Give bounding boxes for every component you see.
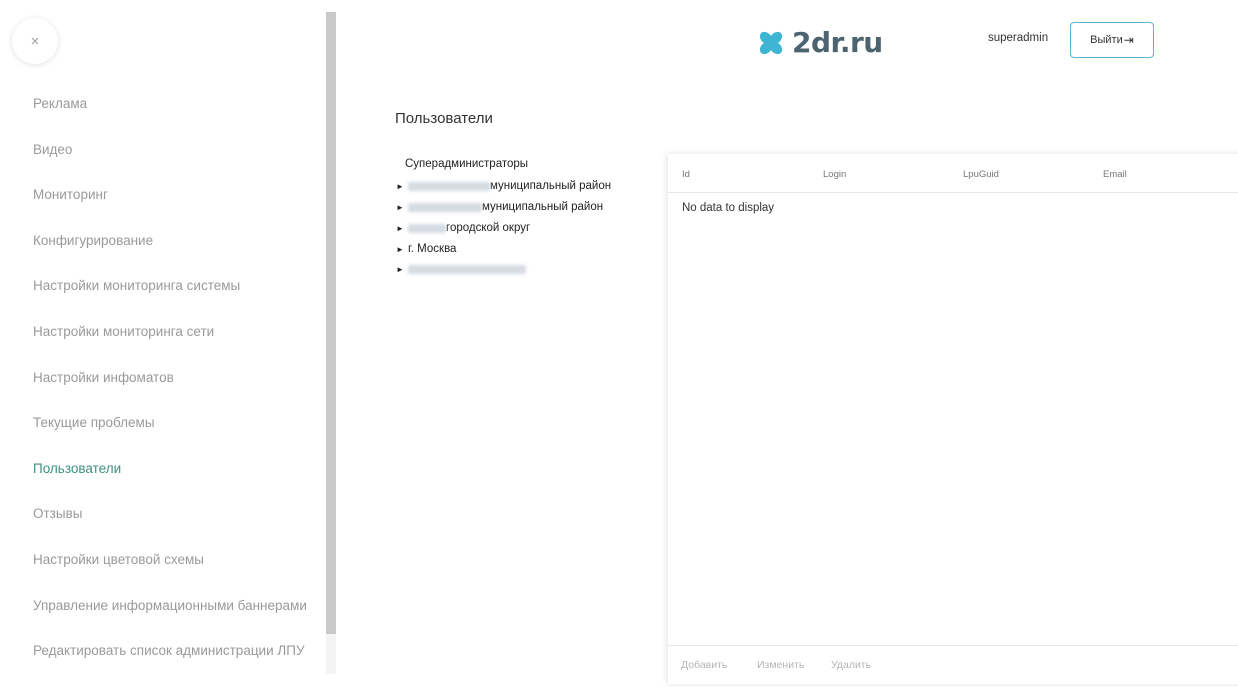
- sidebar-item-ads[interactable]: Реклама: [33, 94, 307, 140]
- close-sidebar-button[interactable]: ×: [12, 18, 58, 64]
- logo[interactable]: 2dr.ru: [756, 26, 883, 59]
- column-header-lpuguid[interactable]: LpuGuid: [963, 169, 999, 180]
- empty-table-message: No data to display: [682, 202, 775, 214]
- sidebar-item-video[interactable]: Видео: [33, 140, 307, 186]
- sidebar-scrollbar-thumb[interactable]: [326, 12, 336, 634]
- sidebar: × Реклама Видео Мониторинг Конфигурирова…: [0, 0, 338, 674]
- sidebar-menu: Реклама Видео Мониторинг Конфигурировани…: [33, 94, 307, 687]
- sidebar-item-infomat-settings[interactable]: Настройки инфоматов: [33, 368, 307, 414]
- redacted-text: [408, 202, 482, 212]
- clover-icon: [759, 31, 783, 54]
- sidebar-item-lpu-admin-list[interactable]: Редактировать список администрации ЛПУ: [33, 641, 307, 687]
- redacted-text: [408, 223, 446, 233]
- tree-node-label: г. Москва: [408, 243, 457, 255]
- table-header: Id Login LpuGuid Email: [668, 154, 1238, 193]
- tree-node-label: городской округ: [446, 222, 531, 234]
- tree-node[interactable]: ► муниципальный район: [396, 180, 611, 192]
- logout-label: Выйти: [1090, 34, 1123, 46]
- expand-arrow-icon[interactable]: ►: [396, 182, 408, 191]
- logout-button[interactable]: Выйти ⇥: [1070, 22, 1154, 58]
- sidebar-item-reviews[interactable]: Отзывы: [33, 504, 307, 550]
- tree-node[interactable]: ► городской округ: [396, 222, 530, 234]
- expand-arrow-icon[interactable]: ►: [396, 265, 408, 274]
- tree-node-label: муниципальный район: [482, 201, 604, 213]
- logo-text: 2dr.ru: [792, 26, 883, 59]
- sidebar-item-configuration[interactable]: Конфигурирование: [33, 231, 307, 277]
- sidebar-item-users[interactable]: Пользователи: [33, 459, 307, 505]
- username: superadmin: [988, 32, 1049, 44]
- expand-arrow-icon[interactable]: ►: [396, 203, 408, 212]
- sidebar-scrollbar[interactable]: [326, 12, 336, 674]
- users-table-panel: Id Login LpuGuid Email No data to displa…: [668, 154, 1238, 684]
- column-header-login[interactable]: Login: [823, 169, 846, 180]
- expand-arrow-icon[interactable]: ►: [396, 224, 408, 233]
- redacted-text: [408, 265, 526, 274]
- edit-button[interactable]: Изменить: [757, 659, 804, 671]
- tree-root-superadmins[interactable]: Суперадминистраторы: [405, 158, 528, 170]
- delete-button[interactable]: Удалить: [831, 659, 871, 671]
- redacted-text: [408, 181, 490, 191]
- sidebar-item-monitoring[interactable]: Мониторинг: [33, 185, 307, 231]
- column-header-id[interactable]: Id: [682, 169, 690, 180]
- tree-node[interactable]: ► г. Москва: [396, 243, 456, 255]
- page-title: Пользователи: [395, 110, 493, 127]
- sidebar-item-banners[interactable]: Управление информационными баннерами: [33, 596, 307, 642]
- logout-icon: ⇥: [1123, 33, 1134, 47]
- sidebar-item-current-problems[interactable]: Текущие проблемы: [33, 413, 307, 459]
- tree-node[interactable]: ► муниципальный район: [396, 201, 603, 213]
- tree-node[interactable]: ►: [396, 265, 526, 274]
- sidebar-item-network-monitoring-settings[interactable]: Настройки мониторинга сети: [33, 322, 307, 368]
- add-button[interactable]: Добавить: [681, 659, 727, 671]
- sidebar-item-system-monitoring-settings[interactable]: Настройки мониторинга системы: [33, 276, 307, 322]
- column-header-email[interactable]: Email: [1103, 169, 1127, 180]
- close-icon: ×: [30, 32, 40, 50]
- table-actions: Добавить Изменить Удалить: [668, 645, 1238, 686]
- tree-node-label: муниципальный район: [490, 180, 612, 192]
- sidebar-item-color-scheme[interactable]: Настройки цветовой схемы: [33, 550, 307, 596]
- expand-arrow-icon[interactable]: ►: [396, 245, 408, 254]
